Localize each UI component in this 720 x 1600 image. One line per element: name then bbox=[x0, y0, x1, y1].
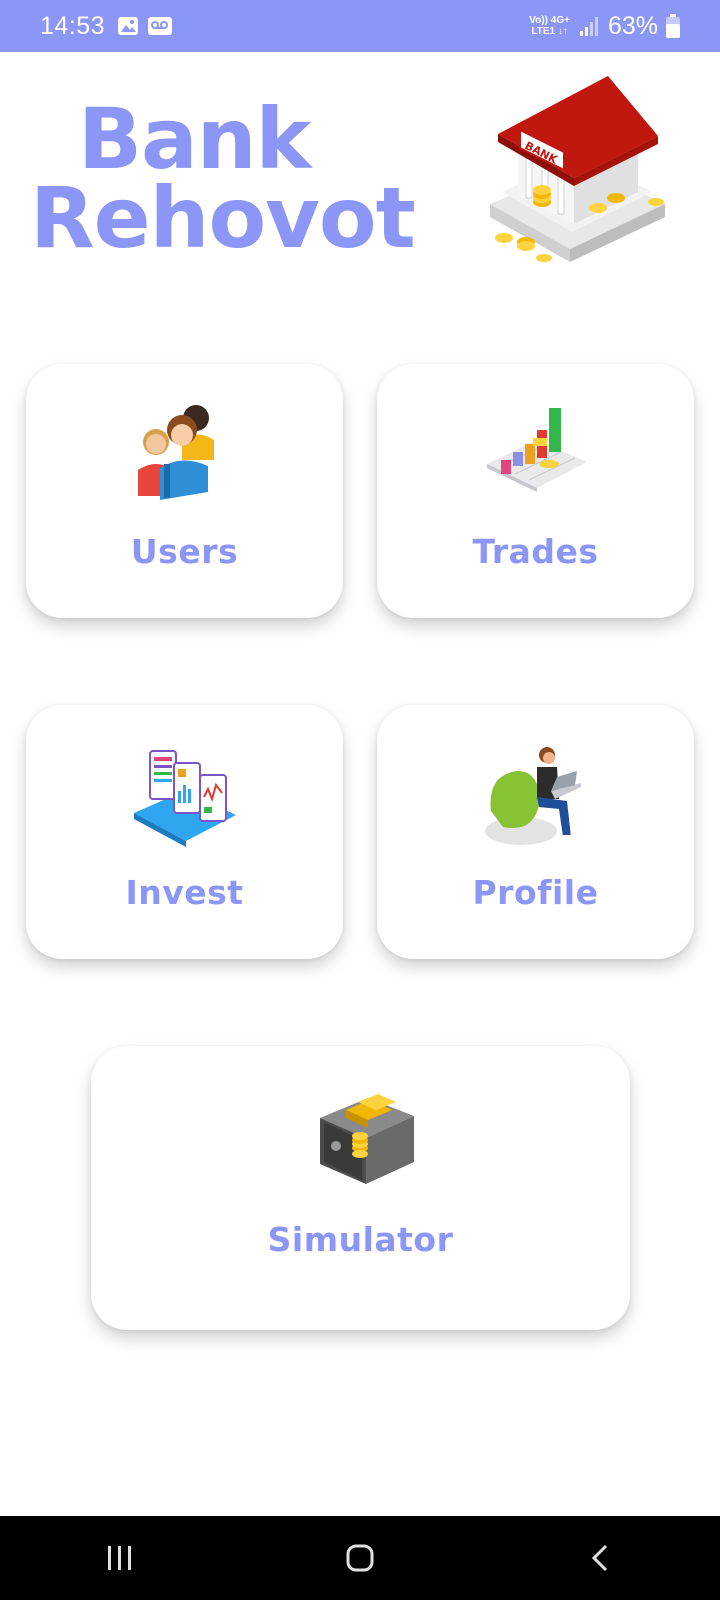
status-time: 14:53 bbox=[40, 11, 106, 40]
image-notification-icon bbox=[118, 17, 139, 35]
battery-percent: 63% bbox=[607, 11, 658, 40]
simulator-card[interactable]: Simulator bbox=[91, 1046, 630, 1330]
bank-building-icon: BANK bbox=[490, 76, 665, 262]
home-button[interactable] bbox=[320, 1528, 400, 1588]
network-indicator: Vo)) 4G+ LTE1 ↓↑ bbox=[529, 15, 570, 37]
app-title-line2: Rehovot bbox=[30, 169, 416, 267]
users-group-icon bbox=[137, 405, 214, 500]
invest-label: Invest bbox=[125, 873, 244, 912]
signal-icon bbox=[579, 17, 598, 36]
trades-card[interactable]: Trades bbox=[377, 364, 694, 618]
battery-icon bbox=[666, 14, 680, 38]
recent-apps-button[interactable] bbox=[80, 1528, 160, 1588]
simulator-label: Simulator bbox=[267, 1220, 454, 1259]
invest-card[interactable]: Invest bbox=[26, 705, 343, 959]
person-laptop-icon bbox=[484, 747, 581, 845]
home-icon bbox=[346, 1544, 374, 1572]
app-title-line1: Bank bbox=[78, 90, 311, 188]
voicemail-notification-icon bbox=[148, 17, 173, 35]
users-label: Users bbox=[130, 532, 239, 571]
navigation-bar bbox=[0, 1516, 720, 1600]
profile-card[interactable]: Profile bbox=[377, 705, 694, 959]
back-button[interactable] bbox=[560, 1528, 640, 1588]
back-icon bbox=[591, 1544, 608, 1572]
users-card[interactable]: Users bbox=[26, 364, 343, 618]
safe-gold-icon bbox=[319, 1094, 414, 1184]
app-title: Bank Rehovot bbox=[30, 90, 470, 267]
profile-label: Profile bbox=[472, 873, 599, 912]
status-bar: 14:53 Vo)) 4G+ LTE1 ↓↑ 63% bbox=[0, 0, 720, 52]
investment-screens-icon bbox=[133, 750, 236, 847]
recent-apps-icon bbox=[108, 1546, 131, 1570]
bar-chart-icon bbox=[486, 408, 587, 492]
trades-label: Trades bbox=[472, 532, 599, 571]
